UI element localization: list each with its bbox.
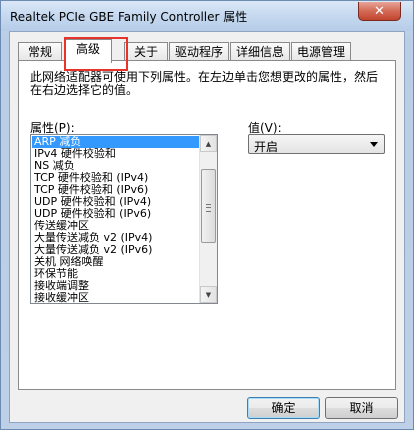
- arrow-up-icon: ▲: [205, 139, 212, 148]
- properties-window: Realtek PCIe GBE Family Controller 属性 ✕ …: [0, 0, 414, 430]
- list-item[interactable]: TCP 硬件校验和 (IPv4): [32, 172, 200, 184]
- arrow-down-icon: ▼: [205, 290, 212, 299]
- list-item[interactable]: 接收缓冲区: [32, 292, 200, 303]
- close-button[interactable]: ✕: [358, 2, 401, 21]
- tab-advanced[interactable]: 高级: [64, 39, 112, 63]
- ok-button-label: 确定: [271, 401, 296, 415]
- list-item[interactable]: 大量传送减负 v2 (IPv6): [32, 244, 200, 256]
- grip-icon: [206, 204, 211, 212]
- list-item[interactable]: UDP 硬件校验和 (IPv4): [32, 196, 200, 208]
- list-item[interactable]: ARP 减负: [32, 136, 200, 148]
- property-listbox[interactable]: ARP 减负 IPv4 硬件校验和 NS 减负 TCP 硬件校验和 (IPv4) TCP…: [30, 134, 218, 304]
- list-item[interactable]: 关机 网络唤醒: [32, 256, 200, 268]
- ok-button[interactable]: 确定: [247, 397, 320, 419]
- tab-general[interactable]: 常规: [18, 42, 62, 61]
- tab-label: 关于: [133, 45, 158, 59]
- close-icon: ✕: [374, 3, 385, 19]
- tab-label: 常规: [27, 45, 52, 59]
- tab-label: 详细信息: [235, 45, 284, 59]
- scroll-thumb[interactable]: [201, 169, 216, 243]
- tab-about[interactable]: 关于: [124, 42, 168, 61]
- list-item[interactable]: TCP 硬件校验和 (IPv6): [32, 184, 200, 196]
- chevron-down-icon: [370, 142, 378, 147]
- list-item[interactable]: 大量传送减负 v2 (IPv4): [32, 232, 200, 244]
- scroll-down-button[interactable]: ▼: [200, 286, 217, 303]
- title-bar[interactable]: Realtek PCIe GBE Family Controller 属性 ✕: [1, 1, 413, 31]
- scroll-up-button[interactable]: ▲: [200, 135, 217, 152]
- list-item[interactable]: 接收端调整: [32, 280, 200, 292]
- list-item[interactable]: NS 减负: [32, 160, 200, 172]
- list-item[interactable]: 环保节能: [32, 268, 200, 280]
- description-text: 此网络适配器可使用下列属性。在左边单击您想更改的属性，然后在右边选择它的值。: [30, 70, 379, 97]
- tab-label: 高级: [75, 42, 100, 56]
- tab-label: 驱动程序: [174, 45, 223, 59]
- tab-power-management[interactable]: 电源管理: [291, 42, 351, 61]
- cancel-button-label: 取消: [349, 401, 374, 415]
- list-item[interactable]: UDP 硬件校验和 (IPv6): [32, 208, 200, 220]
- property-list: ARP 减负 IPv4 硬件校验和 NS 减负 TCP 硬件校验和 (IPv4) TCP…: [32, 136, 200, 303]
- tab-details[interactable]: 详细信息: [230, 42, 290, 61]
- advanced-tab-panel: 此网络适配器可使用下列属性。在左边单击您想更改的属性，然后在右边选择它的值。 属…: [18, 60, 396, 390]
- list-item[interactable]: IPv4 硬件校验和: [32, 148, 200, 160]
- value-dropdown[interactable]: 开启: [248, 134, 385, 154]
- list-item[interactable]: 传送缓冲区: [32, 220, 200, 232]
- tab-driver[interactable]: 驱动程序: [169, 42, 229, 61]
- value-dropdown-text: 开启: [254, 140, 279, 154]
- window-title: Realtek PCIe GBE Family Controller 属性: [10, 10, 248, 24]
- cancel-button[interactable]: 取消: [325, 397, 398, 419]
- dialog-client-area: 常规 高级 关于 驱动程序 详细信息 电源管理 此网络适配器可使用下列属性。在左…: [9, 31, 405, 423]
- vertical-scrollbar[interactable]: ▲ ▼: [199, 135, 217, 303]
- tab-label: 电源管理: [296, 45, 345, 59]
